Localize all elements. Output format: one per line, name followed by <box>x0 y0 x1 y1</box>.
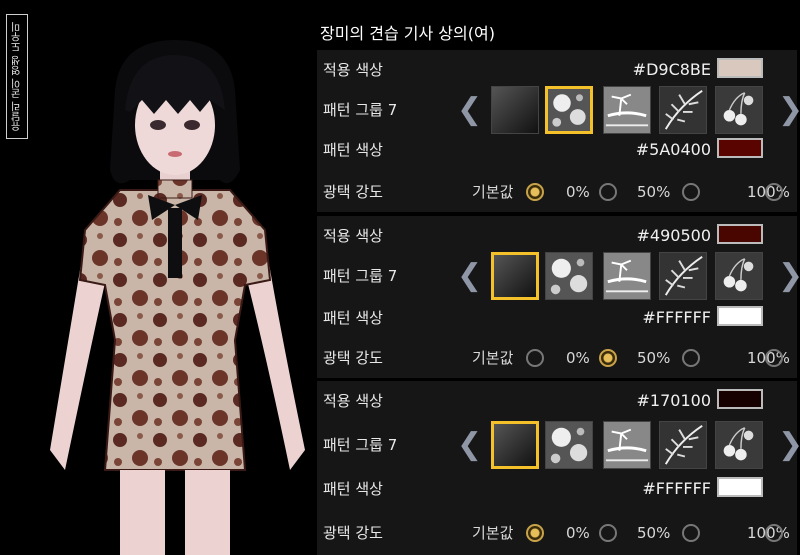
item-title: 장미의 견습 기사 상의(여) <box>320 24 495 43</box>
palm-leaf-pattern-icon[interactable] <box>659 86 707 134</box>
hibiscus-pattern-icon[interactable] <box>545 252 593 300</box>
gloss-option-label: 50% <box>637 349 671 367</box>
hibiscus-pattern-icon[interactable] <box>545 86 593 134</box>
blank-gradient-icon[interactable] <box>491 421 539 469</box>
pattern-color-label: 패턴 색상 <box>323 141 383 159</box>
hibiscus-pattern-icon[interactable] <box>545 421 593 469</box>
gloss-radio[interactable] <box>599 183 617 201</box>
gloss-option-label: 50% <box>637 183 671 201</box>
blank-gradient-icon[interactable] <box>491 252 539 300</box>
pattern-color-swatch[interactable] <box>717 477 763 497</box>
cherry-pattern-icon[interactable] <box>715 86 763 134</box>
gloss-label: 광택 강도 <box>323 183 383 201</box>
gloss-option-label: 0% <box>566 524 590 542</box>
apply-color-row: 적용 색상 #170100 <box>317 381 797 421</box>
pattern-color-hex: #FFFFFF <box>642 479 711 498</box>
side-tag: 유달리 굳이 영생 도우미 <box>6 14 28 139</box>
apply-color-row: 적용 색상 #490500 <box>317 216 797 256</box>
pattern-group-label: 패턴 그룹 7 <box>323 267 398 285</box>
palm-island-pattern-icon[interactable] <box>603 86 651 134</box>
apply-color-label: 적용 색상 <box>323 227 383 245</box>
apply-color-swatch[interactable] <box>717 58 763 78</box>
gloss-radio[interactable] <box>765 524 783 542</box>
gloss-radio[interactable] <box>526 183 544 201</box>
apply-color-swatch[interactable] <box>717 224 763 244</box>
palm-island-pattern-icon[interactable] <box>603 252 651 300</box>
pattern-group-label: 패턴 그룹 7 <box>323 436 398 454</box>
gloss-option-label: 0% <box>566 183 590 201</box>
gloss-radio[interactable] <box>682 524 700 542</box>
gloss-option-label: 기본값 <box>472 349 514 367</box>
character-model <box>50 40 305 555</box>
pattern-prev-arrow-icon[interactable]: ❮ <box>457 260 482 292</box>
pattern-group-label: 패턴 그룹 7 <box>323 101 398 119</box>
pattern-color-hex: #5A0400 <box>635 140 711 159</box>
apply-color-row: 적용 색상 #D9C8BE <box>317 50 797 90</box>
pattern-prev-arrow-icon[interactable]: ❮ <box>457 429 482 461</box>
pattern-next-arrow-icon[interactable]: ❯ <box>778 94 800 126</box>
gloss-radio[interactable] <box>526 524 544 542</box>
gloss-radio[interactable] <box>765 349 783 367</box>
apply-color-hex: #490500 <box>636 226 711 245</box>
apply-color-hex: #170100 <box>636 391 711 410</box>
gloss-label: 광택 강도 <box>323 524 383 542</box>
pattern-color-hex: #FFFFFF <box>642 308 711 327</box>
pattern-color-swatch[interactable] <box>717 306 763 326</box>
pattern-next-arrow-icon[interactable]: ❯ <box>778 260 800 292</box>
pattern-color-row: 패턴 색상 #FFFFFF <box>317 298 797 338</box>
gloss-option-label: 50% <box>637 524 671 542</box>
dye-section-1: 적용 색상 #D9C8BE 패턴 그룹 7 ❮ ❯ 패턴 색상 #5A0400 … <box>317 50 800 212</box>
palm-leaf-pattern-icon[interactable] <box>659 421 707 469</box>
dye-section-2: 적용 색상 #490500 패턴 그룹 7 ❮ ❯ 패턴 색상 #FFFFFF … <box>317 216 800 378</box>
blank-gradient-icon[interactable] <box>491 86 539 134</box>
apply-color-hex: #D9C8BE <box>632 60 711 79</box>
side-tag-text: 유달리 굳이 영생 도우미 <box>11 21 23 132</box>
palm-island-pattern-icon[interactable] <box>603 421 651 469</box>
gloss-radio[interactable] <box>599 524 617 542</box>
gloss-radio[interactable] <box>682 349 700 367</box>
apply-color-label: 적용 색상 <box>323 61 383 79</box>
cherry-pattern-icon[interactable] <box>715 421 763 469</box>
pattern-color-row: 패턴 색상 #FFFFFF <box>317 469 797 509</box>
pattern-color-label: 패턴 색상 <box>323 480 383 498</box>
gloss-row: 광택 강도 기본값 0% 50% 100% <box>317 338 797 378</box>
gloss-row: 광택 강도 기본값 0% 50% 100% <box>317 172 797 212</box>
apply-color-label: 적용 색상 <box>323 392 383 410</box>
gloss-option-label: 기본값 <box>472 183 514 201</box>
gloss-option-label: 0% <box>566 349 590 367</box>
pattern-color-label: 패턴 색상 <box>323 309 383 327</box>
gloss-radio[interactable] <box>765 183 783 201</box>
dye-section-3: 적용 색상 #170100 패턴 그룹 7 ❮ ❯ 패턴 색상 #FFFFFF … <box>317 381 800 555</box>
pattern-prev-arrow-icon[interactable]: ❮ <box>457 94 482 126</box>
cherry-pattern-icon[interactable] <box>715 252 763 300</box>
gloss-radio[interactable] <box>526 349 544 367</box>
gloss-label: 광택 강도 <box>323 349 383 367</box>
gloss-radio[interactable] <box>599 349 617 367</box>
gloss-option-label: 기본값 <box>472 524 514 542</box>
pattern-next-arrow-icon[interactable]: ❯ <box>778 429 800 461</box>
gloss-radio[interactable] <box>682 183 700 201</box>
pattern-color-swatch[interactable] <box>717 138 763 158</box>
pattern-color-row: 패턴 색상 #5A0400 <box>317 130 797 170</box>
dye-panel: 적용 색상 #D9C8BE 패턴 그룹 7 ❮ ❯ 패턴 색상 #5A0400 … <box>317 50 800 555</box>
palm-leaf-pattern-icon[interactable] <box>659 252 707 300</box>
apply-color-swatch[interactable] <box>717 389 763 409</box>
gloss-row: 광택 강도 기본값 0% 50% 100% <box>317 513 797 553</box>
